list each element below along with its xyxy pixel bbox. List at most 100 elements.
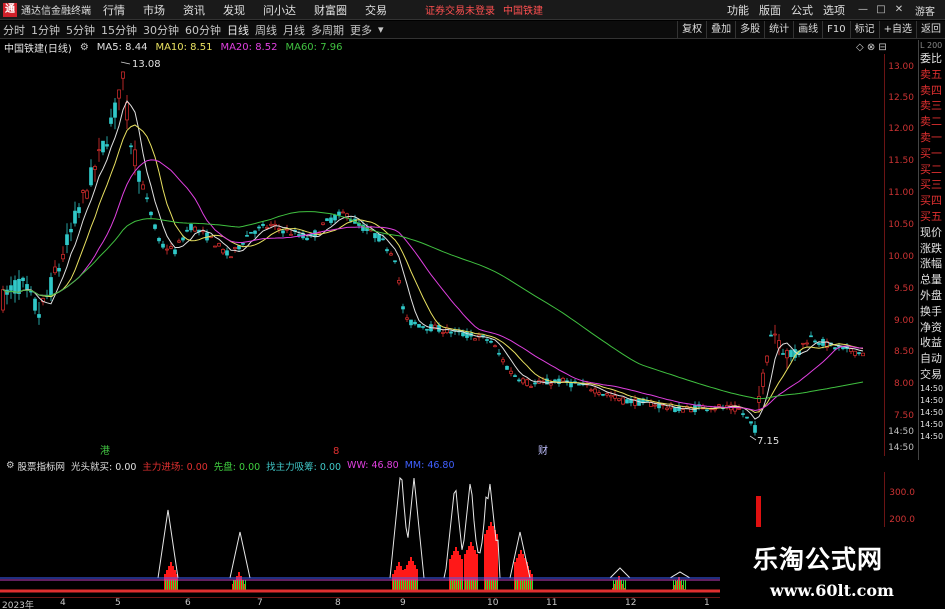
candle-body [161,243,165,248]
indicator-bar-green [487,580,488,591]
menu-item-trade[interactable]: 交易 [365,2,387,18]
candle-body [269,223,273,226]
indicator-chart-tail [756,496,761,532]
tab-daily[interactable]: 日线 [227,22,249,38]
candle-body [213,245,217,248]
overlay-button[interactable]: 叠加 [706,21,735,39]
candle-body [77,207,81,214]
order-book-row[interactable]: 自动 [919,351,945,367]
indicator-bar-green [409,580,410,591]
menu-item-options[interactable]: 选项 [823,2,845,18]
order-book-row: 换手 [920,304,942,318]
menu-item-formula[interactable]: 公式 [791,2,813,18]
candle-body [441,332,445,334]
candle-body [501,359,505,363]
candle-body [561,377,565,382]
tab-intraday[interactable]: 分时 [3,22,25,38]
minimize-icon[interactable]: — [855,4,871,16]
indicator-bar-green [415,580,416,591]
menu-item-discover[interactable]: 发现 [223,2,245,18]
order-book-row[interactable]: 14:50 [919,395,945,407]
ma60-line [2,211,864,400]
indicator-bar-green [467,580,468,591]
chart-title: 中国铁建(日线) [4,43,72,55]
multi-stock-button[interactable]: 多股 [735,21,764,39]
tab-monthly[interactable]: 月线 [283,22,305,38]
candle-body [73,210,77,224]
order-book-row[interactable]: 14:50 [919,407,945,419]
tab-15min[interactable]: 15分钟 [101,22,137,38]
indicator-name[interactable]: 股票指标网 [18,459,66,473]
candle-body [329,217,333,223]
order-book-row[interactable]: 14:50 [919,383,945,395]
f10-button[interactable]: F10 [822,21,849,39]
right-menu: 功能 版面 公式 选项 — □ ✕ 游客 [727,0,945,20]
time-axis: 2023年 4 5 6 7 8 9 10 11 12 1 [0,597,720,609]
candlestick-chart[interactable]: 13.08 7.15 港 8 财 [0,54,884,456]
tab-multi-period[interactable]: 多周期 [311,22,344,38]
time-tick: 9 [400,598,406,608]
candle-body [93,166,97,170]
candle-body [85,190,89,199]
tab-more[interactable]: 更多 [350,22,372,38]
candle-body [69,228,73,233]
menu-item-news[interactable]: 资讯 [183,2,205,18]
tab-30min[interactable]: 30分钟 [143,22,179,38]
candle-body [781,353,785,355]
indicator-bar-green [411,580,412,591]
period-toolbar: 分时 1分钟 5分钟 15分钟 30分钟 60分钟 日线 周线 月线 多周期 更… [0,21,945,39]
settings-icon[interactable]: ⚙ [80,42,89,53]
stats-button[interactable]: 统计 [764,21,793,39]
order-book-row[interactable]: 交易 [919,367,945,383]
adjust-button[interactable]: 复权 [677,21,706,39]
candle-body [109,117,113,124]
candle-body [521,378,525,384]
menu-item-market[interactable]: 市场 [143,2,165,18]
restore-icon[interactable]: □ [873,4,889,16]
candle-body [173,249,177,255]
menu-item-quotes[interactable]: 行情 [103,2,125,18]
guest-label[interactable]: 游客 [915,3,935,18]
menu-item-ask[interactable]: 问小达 [263,2,296,18]
menu-item-function[interactable]: 功能 [727,2,749,18]
price-tick: 8.00 [893,379,914,389]
menu-item-wealth[interactable]: 财富圈 [314,2,347,18]
candle-body [425,328,429,331]
tab-1min[interactable]: 1分钟 [31,22,60,38]
candle-body [461,332,465,337]
tab-60min[interactable]: 60分钟 [185,22,221,38]
order-book-row[interactable]: 14:50 [919,419,945,431]
chevron-down-icon[interactable]: ▾ [378,23,384,36]
indicator-value: 主力进场: 0.00 [142,461,208,473]
time-tick: 1 [704,598,710,608]
candle-body [485,339,489,341]
indicator-bar-green [528,580,529,591]
candle-body [321,222,325,225]
watermark-url: www.60lt.com [770,581,894,600]
indicator-bar-green [237,580,238,591]
mark-button[interactable]: 标记 [849,21,879,39]
time-tick: 2023年 [2,601,34,609]
menu-item-layout[interactable]: 版面 [759,2,781,18]
tab-5min[interactable]: 5分钟 [66,22,95,38]
high-mark-leader [120,61,131,65]
indicator-settings-icon[interactable]: ⚙ [6,460,15,471]
ma10-line [2,124,864,414]
candle-body [601,393,605,396]
indicator-chart[interactable] [0,472,720,595]
close-icon[interactable]: ✕ [891,4,907,16]
candle-body [113,102,117,118]
order-book-row[interactable]: 14:50 [919,431,945,443]
draw-line-button[interactable]: 画线 [793,21,822,39]
tab-weekly[interactable]: 周线 [255,22,277,38]
indicator-bar-green [475,580,476,591]
indicator-bar-green [491,580,492,591]
login-status[interactable]: 证券交易未登录 [425,2,495,17]
chart-controls[interactable]: ◇ ⊗ ⊟ [856,42,887,53]
add-favorite-button[interactable]: +自选 [878,21,916,39]
back-button[interactable]: 返回 [916,21,945,39]
ma5-line [2,100,864,420]
candle-body [277,228,281,230]
candle-body [801,342,805,345]
indicator-bar-green [173,580,174,591]
